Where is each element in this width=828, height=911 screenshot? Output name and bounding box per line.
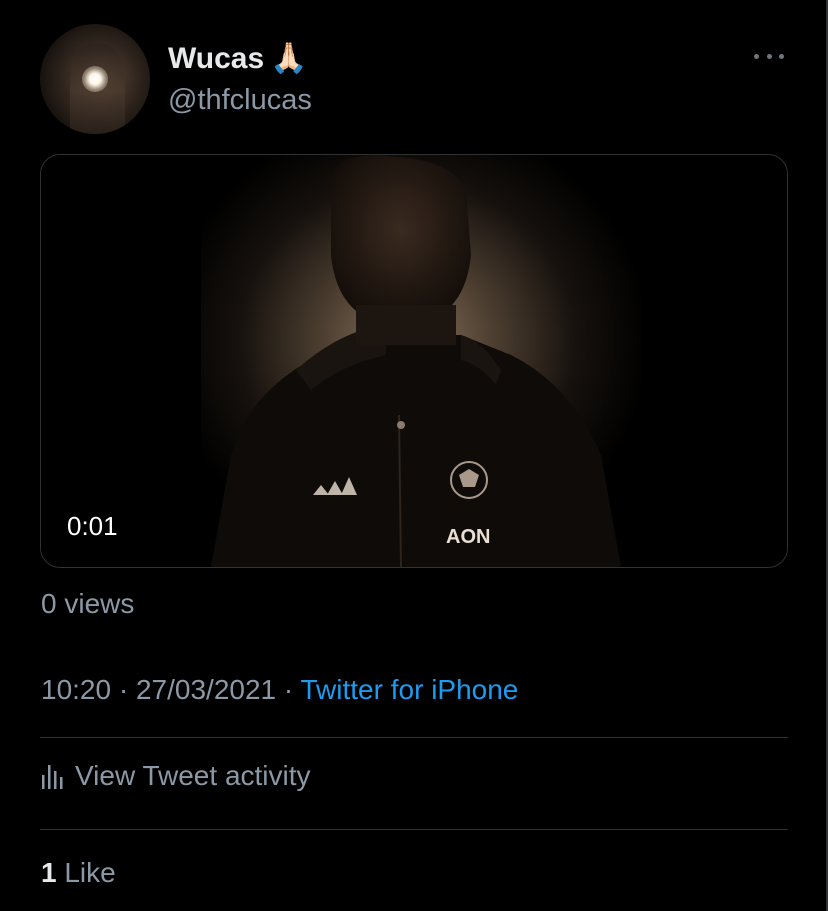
likes-stat[interactable]: 1 Like [41,857,116,889]
video-player[interactable]: AON 0:01 [40,154,788,568]
more-dot [779,53,784,59]
likes-label: Like [64,857,116,888]
author-display-name[interactable]: Wucas [168,42,264,76]
more-dot [754,53,759,59]
more-dot [766,53,772,59]
meta-separator: · [283,674,294,705]
author-handle[interactable]: @thfclucas [168,84,312,117]
meta-separator: · [118,674,129,705]
tweet-header: Wucas 🙏🏻 @thfclucas [40,22,788,134]
svg-text:AON: AON [446,526,490,548]
tweet-timestamp-row: 10:20 · 27/03/2021 · Twitter for iPhone [41,674,518,706]
tweet-time[interactable]: 10:20 [41,674,111,705]
more-horizontal-icon[interactable] [754,48,784,64]
divider [40,829,788,830]
avatar-flash [82,66,108,92]
tweet-detail-panel: Wucas 🙏🏻 @thfclucas AON 0:01 0 views 10:… [0,0,828,911]
view-tweet-activity-label: View Tweet activity [75,760,311,791]
view-count: 0 views [41,588,135,619]
avatar[interactable] [40,24,150,134]
view-tweet-activity-button[interactable]: View Tweet activity [41,760,311,792]
author-name-row[interactable]: Wucas 🙏🏻 [168,42,308,76]
video-frame: AON [41,155,787,567]
likes-count: 1 [41,857,57,888]
divider [40,737,788,738]
folded-hands-emoji: 🙏🏻 [270,42,308,75]
bar-chart-icon [42,765,63,789]
tweet-source-link[interactable]: Twitter for iPhone [301,674,519,705]
video-duration: 0:01 [67,511,118,541]
tweet-date[interactable]: 27/03/2021 [136,674,276,705]
